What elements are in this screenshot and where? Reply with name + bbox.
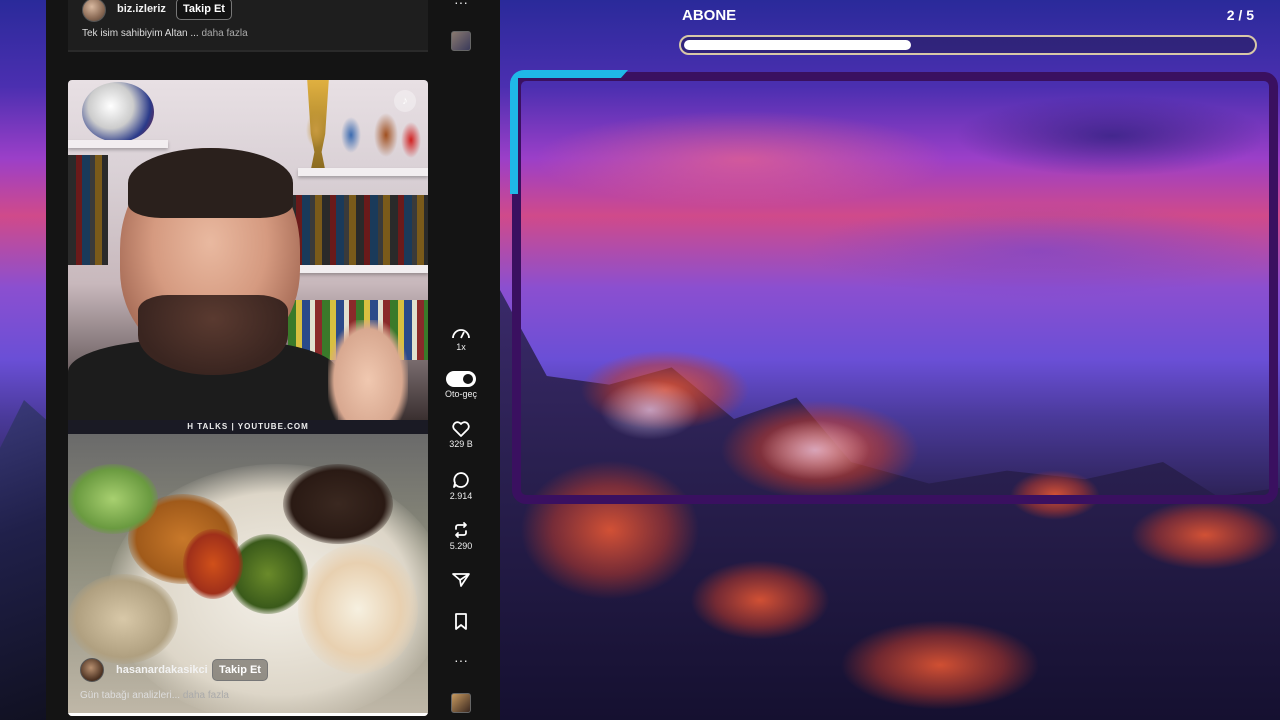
subscriber-goal-title: ABONE bbox=[682, 7, 737, 24]
bookshelf-books bbox=[68, 155, 108, 265]
autoplay-label: Oto-geç bbox=[444, 389, 477, 399]
person-beard bbox=[138, 295, 288, 375]
avatar[interactable] bbox=[82, 0, 106, 22]
video-frame-top: ♪ bbox=[68, 80, 428, 420]
caption-text: Gün tabağı analizleri... bbox=[80, 690, 181, 701]
video-watermark: H TALKS | YOUTUBE.COM bbox=[68, 420, 428, 434]
subscriber-goal-bar bbox=[679, 35, 1257, 55]
bookshelf-books bbox=[288, 195, 428, 265]
send-icon bbox=[452, 573, 470, 587]
toggle-switch[interactable] bbox=[446, 371, 476, 387]
like-count: 329 B bbox=[449, 439, 473, 449]
more-options-button[interactable]: ··· bbox=[440, 0, 482, 10]
person-hand bbox=[328, 320, 408, 420]
subscriber-goal-fill bbox=[684, 40, 911, 50]
subscriber-goal-count: 2 / 5 bbox=[1226, 7, 1254, 23]
share-button[interactable] bbox=[440, 572, 482, 588]
follow-button[interactable]: Takip Et bbox=[176, 0, 232, 20]
follow-button[interactable]: Takip Et bbox=[212, 659, 268, 681]
shelf bbox=[68, 140, 168, 148]
top-post-thumbnail[interactable] bbox=[451, 31, 471, 51]
football-decor bbox=[82, 82, 154, 142]
beans bbox=[183, 529, 243, 599]
avatar[interactable] bbox=[80, 658, 104, 682]
more-link[interactable]: daha fazla bbox=[183, 690, 229, 701]
cake-slice bbox=[298, 544, 418, 674]
action-column: ··· 1x Oto-geç 329 B 2.914 5.290 ··· bbox=[440, 0, 482, 720]
comment-button[interactable]: 2.914 bbox=[440, 471, 482, 501]
shelf bbox=[288, 265, 428, 273]
peak-glow bbox=[690, 560, 830, 640]
feed-panel: biz.izleriz Takip Et Tek isim sahibiyim … bbox=[46, 0, 500, 720]
peak-glow bbox=[840, 620, 1040, 710]
ellipsis-icon: ··· bbox=[454, 0, 468, 10]
speed-button[interactable]: 1x bbox=[440, 326, 482, 352]
save-button[interactable] bbox=[440, 613, 482, 630]
like-button[interactable]: 329 B bbox=[440, 421, 482, 449]
stream-frame bbox=[512, 72, 1278, 504]
ellipsis-icon: ··· bbox=[454, 652, 468, 668]
comment-icon bbox=[453, 472, 469, 488]
video-progress[interactable] bbox=[68, 713, 428, 716]
heart-icon bbox=[452, 421, 470, 437]
more-link[interactable]: daha fazla bbox=[202, 28, 248, 39]
speed-label: 1x bbox=[456, 342, 466, 352]
repost-icon bbox=[455, 522, 467, 538]
top-post-card[interactable]: biz.izleriz Takip Et Tek isim sahibiyim … bbox=[68, 0, 428, 52]
video-post[interactable]: ♪ H TALKS | YOUTUBE.COM hasanardakasikci… bbox=[68, 80, 428, 716]
top-post-username[interactable]: biz.izleriz bbox=[117, 3, 166, 15]
more-options-button[interactable]: ··· bbox=[440, 650, 482, 668]
top-post-caption[interactable]: Tek isim sahibiyim Altan ... daha fazla bbox=[82, 28, 248, 39]
comment-count: 2.914 bbox=[449, 491, 473, 501]
sound-icon[interactable]: ♪ bbox=[394, 90, 416, 112]
video-post-username[interactable]: hasanardakasikci bbox=[116, 664, 208, 676]
greens bbox=[68, 464, 158, 534]
speedometer-icon bbox=[452, 329, 470, 339]
autoplay-toggle[interactable]: Oto-geç bbox=[440, 371, 482, 399]
peak-glow bbox=[1130, 500, 1280, 570]
repost-count: 5.290 bbox=[449, 541, 473, 551]
caption-text: Tek isim sahibiyim Altan ... bbox=[82, 28, 199, 39]
dessert-cup bbox=[283, 464, 393, 544]
bookmark-icon bbox=[455, 613, 467, 630]
video-post-thumbnail[interactable] bbox=[451, 693, 471, 713]
video-post-caption[interactable]: Gün tabağı analizleri... daha fazla bbox=[80, 690, 229, 701]
rice-salad bbox=[68, 574, 178, 664]
shelf bbox=[298, 168, 428, 176]
person-hair bbox=[128, 148, 293, 218]
repost-button[interactable]: 5.290 bbox=[440, 521, 482, 551]
